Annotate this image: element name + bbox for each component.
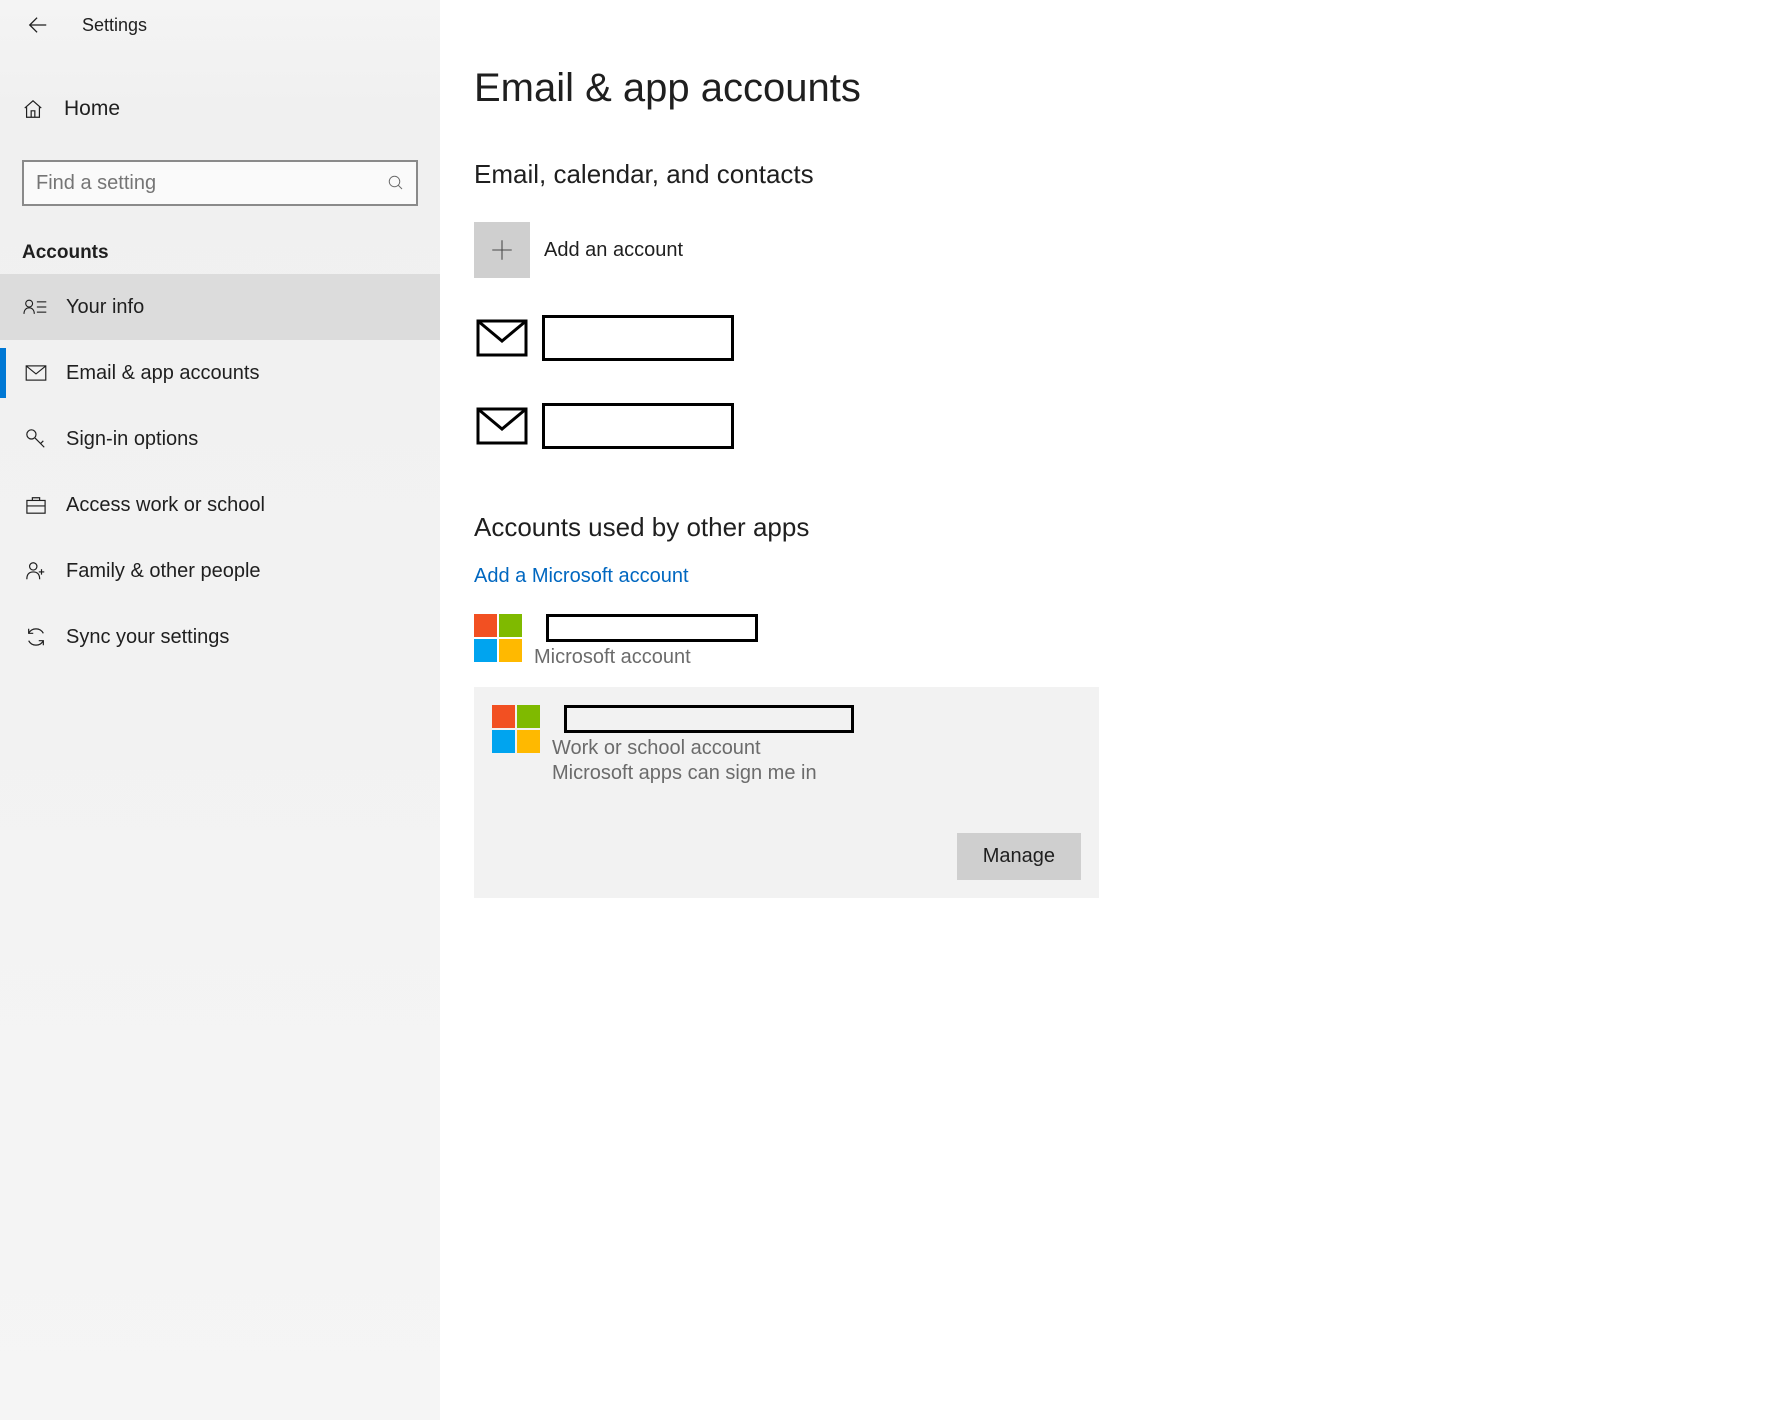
sidebar-item-sync[interactable]: Sync your settings <box>0 604 440 670</box>
user-list-icon <box>22 297 50 317</box>
account-hint-label: Microsoft apps can sign me in <box>552 762 854 785</box>
sidebar-item-your-info[interactable]: Your info <box>0 274 440 340</box>
family-icon <box>22 560 50 582</box>
page-title: Email & app accounts <box>474 66 1755 111</box>
sidebar-item-label: Access work or school <box>66 494 265 517</box>
account-type-label: Microsoft account <box>534 646 758 669</box>
key-icon <box>22 428 50 450</box>
work-school-account-card[interactable]: Work or school account Microsoft apps ca… <box>474 687 1099 898</box>
search-input[interactable] <box>24 172 376 195</box>
sync-icon <box>22 626 50 648</box>
sidebar-item-family[interactable]: Family & other people <box>0 538 440 604</box>
briefcase-icon <box>22 495 50 515</box>
search-wrap <box>0 142 440 206</box>
sidebar-section-header: Accounts <box>0 206 440 274</box>
microsoft-account-row[interactable]: Microsoft account <box>474 614 1755 669</box>
manage-button-row: Manage <box>492 833 1081 880</box>
add-account-label: Add an account <box>544 239 683 262</box>
account-type-label: Work or school account <box>552 737 854 760</box>
redacted-ms-account-email <box>546 614 758 642</box>
sidebar-item-label: Family & other people <box>66 560 261 583</box>
plus-icon <box>474 222 530 278</box>
arrow-left-icon <box>27 14 49 36</box>
sidebar-item-email-accounts[interactable]: Email & app accounts <box>0 340 440 406</box>
back-button[interactable] <box>18 5 58 45</box>
sidebar-item-work-school[interactable]: Access work or school <box>0 472 440 538</box>
redacted-email-2 <box>542 403 734 449</box>
app-title: Settings <box>82 15 147 36</box>
sidebar-item-label: Email & app accounts <box>66 362 259 385</box>
home-icon <box>22 98 50 120</box>
redacted-email-1 <box>542 315 734 361</box>
manage-button[interactable]: Manage <box>957 833 1081 880</box>
add-account-button[interactable]: Add an account <box>474 222 1755 278</box>
main-content: Email & app accounts Email, calendar, an… <box>440 0 1789 1420</box>
mail-icon <box>22 365 50 381</box>
redacted-work-account-email <box>564 705 854 733</box>
sidebar-item-home[interactable]: Home <box>0 76 440 142</box>
sidebar: Settings Home Accounts Your info Email &… <box>0 0 440 1420</box>
sidebar-item-label: Sign-in options <box>66 428 198 451</box>
email-account-row-2[interactable] <box>474 398 1755 454</box>
section-heading-other-apps: Accounts used by other apps <box>474 512 1755 543</box>
envelope-icon <box>474 319 530 357</box>
section-heading-email: Email, calendar, and contacts <box>474 159 1755 190</box>
microsoft-logo-icon <box>474 614 522 662</box>
sidebar-item-sign-in[interactable]: Sign-in options <box>0 406 440 472</box>
home-label: Home <box>64 97 120 121</box>
sidebar-item-label: Your info <box>66 296 144 319</box>
email-account-row-1[interactable] <box>474 310 1755 366</box>
search-icon <box>376 174 416 192</box>
search-box[interactable] <box>22 160 418 206</box>
envelope-icon <box>474 407 530 445</box>
sidebar-item-label: Sync your settings <box>66 626 229 649</box>
microsoft-logo-icon <box>492 705 540 753</box>
titlebar: Settings <box>0 0 440 50</box>
add-microsoft-account-link[interactable]: Add a Microsoft account <box>474 565 689 588</box>
